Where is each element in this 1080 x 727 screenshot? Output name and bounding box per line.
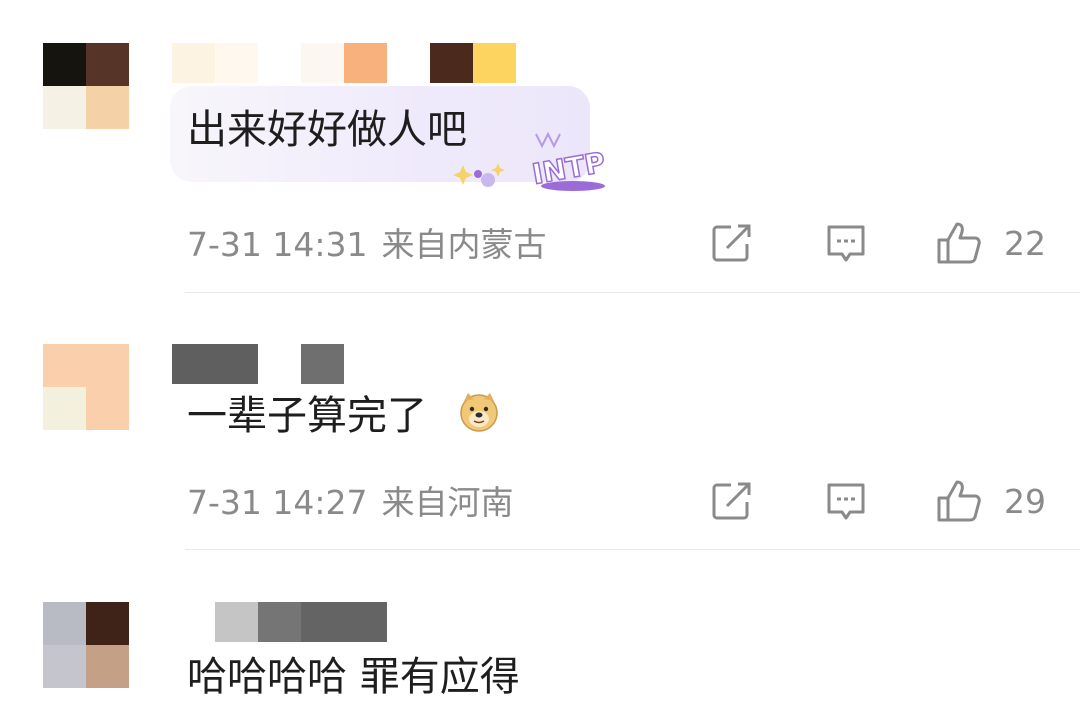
comment-text: 出来好好做人吧 (187, 107, 467, 153)
comment-icon (827, 483, 865, 520)
username-blurred[interactable] (215, 602, 387, 642)
like-button[interactable]: 22 (936, 220, 1046, 266)
username-blurred[interactable] (172, 43, 516, 83)
comment-time: 7-31 14:31 (187, 225, 368, 264)
avatar[interactable] (43, 344, 129, 430)
comment-item: 哈哈哈哈 罪有应得 (0, 550, 1080, 727)
comment-text: 一辈子算完了 (187, 393, 427, 439)
share-icon (712, 224, 751, 262)
share-button[interactable] (711, 223, 753, 263)
like-count: 29 (1004, 481, 1046, 521)
comment-meta: 7-31 14:31 来自内蒙古 (187, 228, 547, 261)
comment-icon (827, 225, 865, 262)
comment-item: 出来好好做人吧 INTP 7-31 14:31 来自内蒙古 22 (0, 0, 1080, 293)
doge-emoji-icon (460, 393, 498, 432)
reply-button[interactable] (825, 481, 867, 523)
share-icon (712, 482, 751, 520)
comment-meta: 7-31 14:27 来自河南 (187, 486, 514, 519)
comment-location: 来自内蒙古 (381, 225, 547, 264)
comment-item: 一辈子算完了 (0, 293, 1080, 550)
intp-badge-icon: INTP (453, 131, 609, 192)
reply-button[interactable] (825, 223, 867, 265)
username-blurred[interactable] (172, 344, 344, 384)
avatar[interactable] (43, 602, 129, 688)
like-count: 22 (1004, 223, 1046, 263)
comment-location: 来自河南 (381, 483, 514, 522)
like-button[interactable]: 29 (936, 478, 1046, 524)
like-icon (937, 480, 981, 522)
share-button[interactable] (711, 481, 753, 521)
comment-text: 哈哈哈哈 罪有应得 (187, 654, 520, 700)
comment-time: 7-31 14:27 (187, 483, 368, 522)
avatar[interactable] (43, 43, 129, 129)
like-icon (937, 222, 981, 264)
